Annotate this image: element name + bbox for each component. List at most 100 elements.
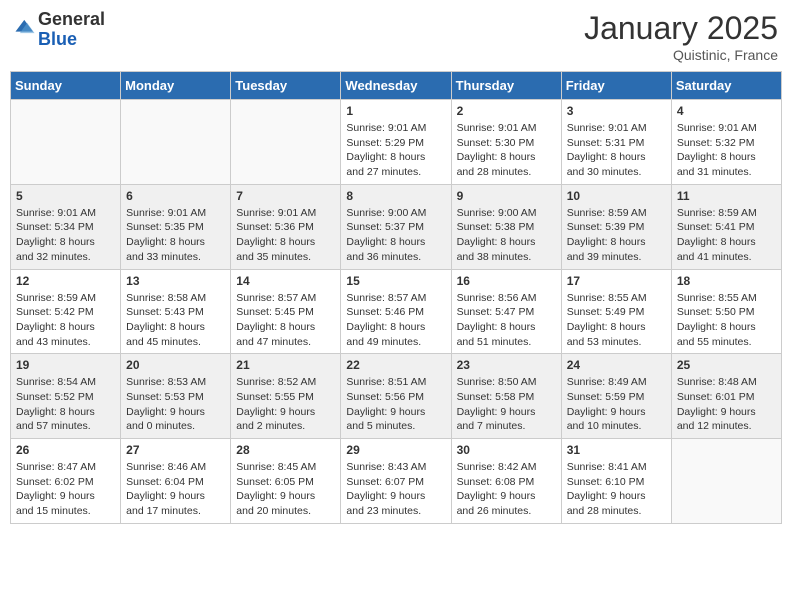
day-number: 31 — [567, 443, 666, 457]
day-info: Sunrise: 8:59 AM Sunset: 5:41 PM Dayligh… — [677, 206, 776, 265]
day-info: Sunrise: 8:57 AM Sunset: 5:46 PM Dayligh… — [346, 291, 445, 350]
calendar-day-cell: 17 Sunrise: 8:55 AM Sunset: 5:49 PM Dayli… — [561, 269, 671, 354]
logo-blue-text: Blue — [38, 29, 77, 49]
calendar-day-cell: 20 Sunrise: 8:53 AM Sunset: 5:53 PM Dayli… — [121, 354, 231, 439]
calendar-day-cell: 13 Sunrise: 8:58 AM Sunset: 5:43 PM Dayli… — [121, 269, 231, 354]
calendar-header-row: SundayMondayTuesdayWednesdayThursdayFrid… — [11, 72, 782, 100]
weekday-header: Tuesday — [231, 72, 341, 100]
day-info: Sunrise: 9:01 AM Sunset: 5:36 PM Dayligh… — [236, 206, 335, 265]
day-info: Sunrise: 9:01 AM Sunset: 5:32 PM Dayligh… — [677, 121, 776, 180]
calendar-week-row: 26 Sunrise: 8:47 AM Sunset: 6:02 PM Dayli… — [11, 439, 782, 524]
day-info: Sunrise: 8:55 AM Sunset: 5:49 PM Dayligh… — [567, 291, 666, 350]
day-number: 5 — [16, 189, 115, 203]
day-info: Sunrise: 8:54 AM Sunset: 5:52 PM Dayligh… — [16, 375, 115, 434]
calendar-day-cell: 8 Sunrise: 9:00 AM Sunset: 5:37 PM Daylig… — [341, 184, 451, 269]
calendar-day-cell: 9 Sunrise: 9:00 AM Sunset: 5:38 PM Daylig… — [451, 184, 561, 269]
day-number: 21 — [236, 358, 335, 372]
day-number: 10 — [567, 189, 666, 203]
day-number: 22 — [346, 358, 445, 372]
calendar-day-cell: 29Sunrise: 8:43 AM Sunset: 6:07 PM Dayli… — [341, 439, 451, 524]
page-header: General Blue January 2025 Quistinic, Fra… — [10, 10, 782, 63]
calendar-day-cell: 1 Sunrise: 9:01 AM Sunset: 5:29 PM Daylig… — [341, 100, 451, 185]
day-number: 11 — [677, 189, 776, 203]
day-number: 18 — [677, 274, 776, 288]
day-info: Sunrise: 8:47 AM Sunset: 6:02 PM Dayligh… — [16, 460, 115, 519]
day-info: Sunrise: 9:01 AM Sunset: 5:29 PM Dayligh… — [346, 121, 445, 180]
day-number: 27 — [126, 443, 225, 457]
calendar-day-cell: 22 Sunrise: 8:51 AM Sunset: 5:56 PM Dayli… — [341, 354, 451, 439]
day-number: 3 — [567, 104, 666, 118]
calendar-day-cell: 21Sunrise: 8:52 AM Sunset: 5:55 PM Dayli… — [231, 354, 341, 439]
logo-icon — [14, 17, 36, 39]
day-number: 8 — [346, 189, 445, 203]
day-info: Sunrise: 8:46 AM Sunset: 6:04 PM Dayligh… — [126, 460, 225, 519]
calendar-day-cell: 6 Sunrise: 9:01 AM Sunset: 5:35 PM Daylig… — [121, 184, 231, 269]
day-info: Sunrise: 8:51 AM Sunset: 5:56 PM Dayligh… — [346, 375, 445, 434]
day-number: 23 — [457, 358, 556, 372]
location: Quistinic, France — [584, 47, 778, 63]
logo: General Blue — [14, 10, 105, 50]
calendar-day-cell: 2 Sunrise: 9:01 AM Sunset: 5:30 PM Daylig… — [451, 100, 561, 185]
day-info: Sunrise: 8:56 AM Sunset: 5:47 PM Dayligh… — [457, 291, 556, 350]
calendar-day-cell: 7Sunrise: 9:01 AM Sunset: 5:36 PM Daylig… — [231, 184, 341, 269]
day-number: 17 — [567, 274, 666, 288]
day-number: 26 — [16, 443, 115, 457]
day-info: Sunrise: 9:01 AM Sunset: 5:35 PM Dayligh… — [126, 206, 225, 265]
day-info: Sunrise: 8:58 AM Sunset: 5:43 PM Dayligh… — [126, 291, 225, 350]
calendar-day-cell: 30Sunrise: 8:42 AM Sunset: 6:08 PM Dayli… — [451, 439, 561, 524]
day-number: 1 — [346, 104, 445, 118]
calendar-day-cell — [671, 439, 781, 524]
weekday-header: Thursday — [451, 72, 561, 100]
day-info: Sunrise: 8:59 AM Sunset: 5:39 PM Dayligh… — [567, 206, 666, 265]
day-info: Sunrise: 8:53 AM Sunset: 5:53 PM Dayligh… — [126, 375, 225, 434]
day-info: Sunrise: 9:00 AM Sunset: 5:37 PM Dayligh… — [346, 206, 445, 265]
day-number: 15 — [346, 274, 445, 288]
calendar-day-cell — [11, 100, 121, 185]
month-title: January 2025 — [584, 10, 778, 47]
weekday-header: Friday — [561, 72, 671, 100]
weekday-header: Wednesday — [341, 72, 451, 100]
calendar-day-cell: 11 Sunrise: 8:59 AM Sunset: 5:41 PM Dayli… — [671, 184, 781, 269]
day-number: 2 — [457, 104, 556, 118]
day-number: 24 — [567, 358, 666, 372]
calendar-day-cell: 25Sunrise: 8:48 AM Sunset: 6:01 PM Dayli… — [671, 354, 781, 439]
day-number: 30 — [457, 443, 556, 457]
weekday-header: Sunday — [11, 72, 121, 100]
calendar-day-cell: 26 Sunrise: 8:47 AM Sunset: 6:02 PM Dayli… — [11, 439, 121, 524]
title-area: January 2025 Quistinic, France — [584, 10, 778, 63]
day-info: Sunrise: 8:57 AM Sunset: 5:45 PM Dayligh… — [236, 291, 335, 350]
calendar-day-cell: 18Sunrise: 8:55 AM Sunset: 5:50 PM Dayli… — [671, 269, 781, 354]
day-number: 19 — [16, 358, 115, 372]
day-number: 12 — [16, 274, 115, 288]
calendar-table: SundayMondayTuesdayWednesdayThursdayFrid… — [10, 71, 782, 524]
day-info: Sunrise: 8:43 AM Sunset: 6:07 PM Dayligh… — [346, 460, 445, 519]
weekday-header: Monday — [121, 72, 231, 100]
day-number: 28 — [236, 443, 335, 457]
calendar-day-cell: 5 Sunrise: 9:01 AM Sunset: 5:34 PM Daylig… — [11, 184, 121, 269]
calendar-day-cell — [231, 100, 341, 185]
day-number: 13 — [126, 274, 225, 288]
day-info: Sunrise: 9:01 AM Sunset: 5:30 PM Dayligh… — [457, 121, 556, 180]
day-info: Sunrise: 8:50 AM Sunset: 5:58 PM Dayligh… — [457, 375, 556, 434]
calendar-day-cell: 3Sunrise: 9:01 AM Sunset: 5:31 PM Daylig… — [561, 100, 671, 185]
calendar-day-cell: 19 Sunrise: 8:54 AM Sunset: 5:52 PM Dayli… — [11, 354, 121, 439]
day-info: Sunrise: 8:49 AM Sunset: 5:59 PM Dayligh… — [567, 375, 666, 434]
calendar-day-cell: 10 Sunrise: 8:59 AM Sunset: 5:39 PM Dayli… — [561, 184, 671, 269]
day-info: Sunrise: 8:41 AM Sunset: 6:10 PM Dayligh… — [567, 460, 666, 519]
day-number: 20 — [126, 358, 225, 372]
calendar-day-cell: 28Sunrise: 8:45 AM Sunset: 6:05 PM Dayli… — [231, 439, 341, 524]
calendar-week-row: 5 Sunrise: 9:01 AM Sunset: 5:34 PM Daylig… — [11, 184, 782, 269]
day-number: 25 — [677, 358, 776, 372]
day-info: Sunrise: 9:01 AM Sunset: 5:34 PM Dayligh… — [16, 206, 115, 265]
day-info: Sunrise: 9:00 AM Sunset: 5:38 PM Dayligh… — [457, 206, 556, 265]
day-number: 9 — [457, 189, 556, 203]
weekday-header: Saturday — [671, 72, 781, 100]
calendar-day-cell: 12Sunrise: 8:59 AM Sunset: 5:42 PM Dayli… — [11, 269, 121, 354]
calendar-day-cell — [121, 100, 231, 185]
day-number: 4 — [677, 104, 776, 118]
calendar-day-cell: 27 Sunrise: 8:46 AM Sunset: 6:04 PM Dayli… — [121, 439, 231, 524]
calendar-week-row: 12Sunrise: 8:59 AM Sunset: 5:42 PM Dayli… — [11, 269, 782, 354]
calendar-day-cell: 31 Sunrise: 8:41 AM Sunset: 6:10 PM Dayli… — [561, 439, 671, 524]
day-number: 6 — [126, 189, 225, 203]
day-number: 16 — [457, 274, 556, 288]
